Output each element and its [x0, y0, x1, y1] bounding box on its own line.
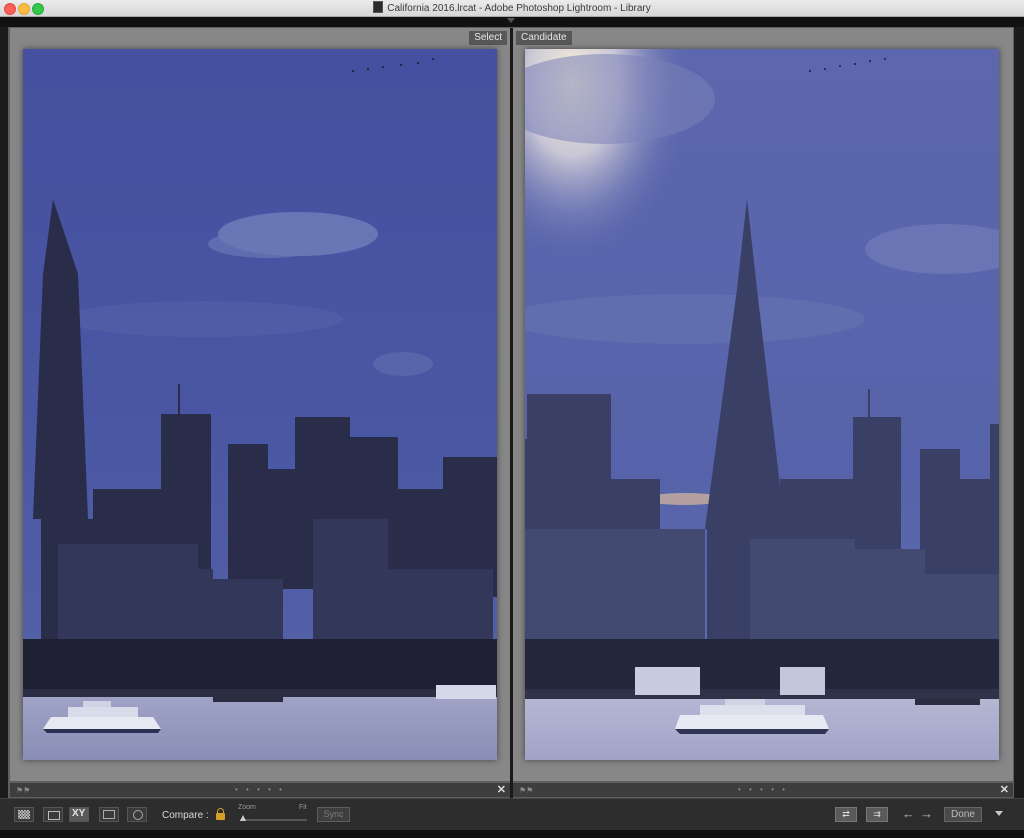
- compare-icon: XY: [72, 808, 86, 819]
- next-photo-button[interactable]: →: [920, 806, 933, 821]
- select-label: Select: [469, 31, 507, 45]
- swap-icon: ⇄: [842, 809, 850, 819]
- loupe-icon: [48, 811, 60, 820]
- compare-label: Compare :: [162, 810, 209, 821]
- swap-button[interactable]: ⇄: [835, 807, 857, 822]
- grid-view-button[interactable]: [14, 807, 34, 822]
- candidate-label: Candidate: [516, 31, 572, 45]
- top-panel-toggle-icon[interactable]: [507, 18, 515, 23]
- people-view-button[interactable]: [127, 807, 147, 822]
- candidate-photo[interactable]: [525, 49, 999, 760]
- window-title-wrap: California 2016.lrcat - Adobe Photoshop …: [0, 1, 1024, 16]
- rating-dots[interactable]: • • • • •: [738, 785, 788, 794]
- flag-icon[interactable]: ⚑⚑: [16, 786, 30, 795]
- document-icon: [373, 1, 384, 13]
- toolbar-menu-chevron-icon[interactable]: [995, 811, 1003, 816]
- people-icon: [133, 810, 143, 820]
- close-select-button[interactable]: ✕: [497, 783, 506, 796]
- select-pane-footer: ⚑⚑ • • • • • ✕: [10, 783, 510, 797]
- lock-icon[interactable]: [216, 808, 225, 820]
- compare-view-button[interactable]: XY: [69, 807, 89, 822]
- close-candidate-button[interactable]: ✕: [1000, 783, 1009, 796]
- candidate-pane-footer: ⚑⚑ • • • • • ✕: [513, 783, 1013, 797]
- sync-button[interactable]: Sync: [317, 807, 350, 822]
- rating-dots[interactable]: • • • • •: [235, 785, 285, 794]
- grid-icon: [18, 810, 30, 819]
- zoom-preset-label: Fit: [299, 804, 307, 811]
- zoom-slider-thumb[interactable]: [240, 815, 246, 821]
- select-photo[interactable]: [23, 49, 497, 760]
- window-title: California 2016.lrcat - Adobe Photoshop …: [387, 3, 651, 14]
- top-panel-strip[interactable]: [0, 17, 1024, 27]
- select-pane[interactable]: Select: [10, 28, 510, 781]
- make-select-button[interactable]: ⇉: [866, 807, 888, 822]
- candidate-pane[interactable]: Candidate: [513, 28, 1013, 781]
- bottom-panel-strip[interactable]: [0, 830, 1024, 838]
- survey-icon: [103, 810, 115, 819]
- previous-photo-button[interactable]: ←: [902, 806, 915, 821]
- select-photo-image: [23, 49, 497, 760]
- zoom-slider-track[interactable]: [240, 819, 307, 821]
- make-select-icon: ⇉: [873, 809, 881, 819]
- loupe-view-button[interactable]: [43, 807, 63, 822]
- zoom-label: Zoom: [238, 804, 256, 811]
- flag-icon[interactable]: ⚑⚑: [519, 786, 533, 795]
- window-titlebar: California 2016.lrcat - Adobe Photoshop …: [0, 0, 1024, 17]
- done-button[interactable]: Done: [944, 807, 982, 822]
- bottom-toolbar: XY Compare : Zoom Fit Sync ⇄ ⇉ ← → Done: [0, 798, 1024, 831]
- survey-view-button[interactable]: [99, 807, 119, 822]
- candidate-photo-image: [525, 49, 999, 760]
